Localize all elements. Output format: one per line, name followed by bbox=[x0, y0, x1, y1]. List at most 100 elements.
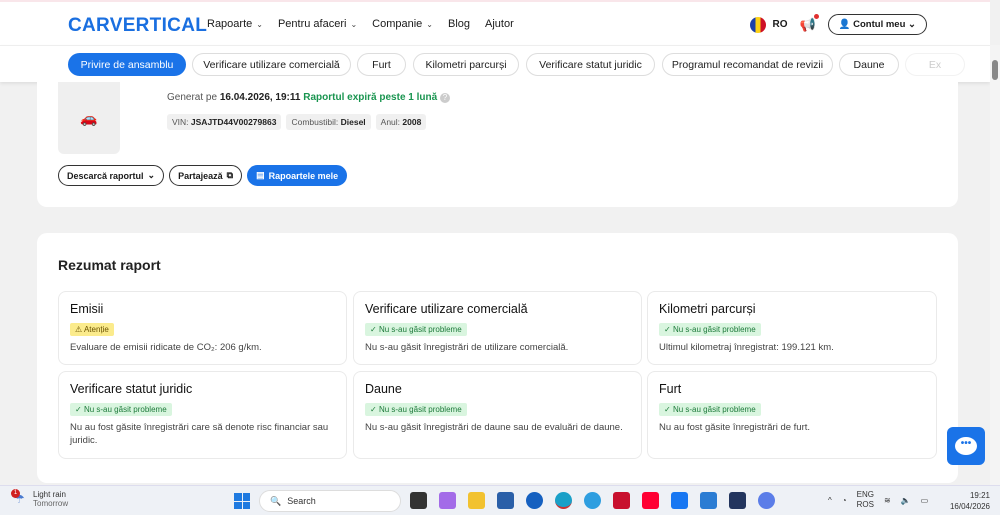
account-label: Contul meu bbox=[853, 19, 906, 30]
chevron-down-icon: ⌄ bbox=[908, 19, 916, 30]
summary-item-title: Kilometri parcurși bbox=[659, 302, 756, 316]
weather-widget[interactable]: ☂ 1 Light rain Tomorrow bbox=[11, 489, 68, 508]
summary-item[interactable]: Furt ✓ Nu s-au găsit probleme Nu au fost… bbox=[647, 371, 937, 459]
rain-icon: ☂ 1 bbox=[11, 489, 28, 506]
tab-mileage[interactable]: Kilometri parcurși bbox=[413, 53, 519, 76]
tab-service-schedule[interactable]: Programul recomandat de revizii bbox=[662, 53, 833, 76]
input-language[interactable]: ENG ROS bbox=[857, 490, 874, 510]
year-label: Anul: bbox=[380, 117, 401, 127]
chevron-down-icon: ⌄ bbox=[426, 20, 433, 29]
scrollbar-thumb[interactable] bbox=[992, 60, 998, 80]
volume-icon[interactable]: 🔈 bbox=[901, 496, 911, 505]
fuel-label: Combustibil: bbox=[291, 117, 339, 127]
summary-item-text: Nu au fost găsite înregistrări de furt. bbox=[659, 422, 811, 433]
summary-item-text: Nu au fost găsite înregistrări care să d… bbox=[70, 422, 329, 446]
generated-label: Generat pe bbox=[167, 92, 218, 103]
tab-commercial-use[interactable]: Verificare utilizare comercială bbox=[192, 53, 351, 76]
search-label: Search bbox=[287, 496, 316, 506]
document-icon: ▤ bbox=[256, 170, 265, 180]
chevron-up-icon[interactable]: ^ bbox=[828, 496, 832, 505]
my-reports-button[interactable]: ▤ Rapoartele mele bbox=[247, 165, 348, 186]
mcafee-icon[interactable] bbox=[613, 492, 630, 509]
youtube-icon[interactable] bbox=[642, 492, 659, 509]
summary-item-text: Nu s-au găsit înregistrări de utilizare … bbox=[365, 342, 569, 353]
summary-item[interactable]: Verificare statut juridic ✓ Nu s-au găsi… bbox=[58, 371, 347, 459]
check-circle-icon: ✓ bbox=[370, 405, 377, 414]
section-tabs: Privire de ansamblu Verificare utilizare… bbox=[0, 45, 990, 82]
task-view-icon[interactable] bbox=[410, 492, 427, 509]
hp-icon[interactable] bbox=[526, 492, 543, 509]
carvertical-logo[interactable]: CARVERTICAL bbox=[68, 15, 207, 37]
language-code: RO bbox=[772, 19, 788, 30]
app-icon[interactable] bbox=[758, 492, 775, 509]
game-icon[interactable] bbox=[729, 492, 746, 509]
generated-date: 16.04.2026, 19:11 bbox=[219, 92, 301, 103]
share-button[interactable]: Partajează ⧉ bbox=[169, 165, 243, 186]
year-chip: Anul: 2008 bbox=[375, 114, 427, 130]
report-header-card: 🚗 Generat pe 16.04.2026, 19:11 Raportul … bbox=[37, 82, 958, 207]
vin-label: VIN: bbox=[172, 117, 189, 127]
romania-flag-icon bbox=[750, 16, 767, 33]
notification-dot bbox=[813, 13, 819, 19]
summary-item[interactable]: Verificare utilizare comercială ✓ Nu s-a… bbox=[353, 291, 642, 365]
file-explorer-icon[interactable] bbox=[468, 492, 485, 509]
report-actions: Descarcă raportul ⌄ Partajează ⧉ ▤ Rapoarte… bbox=[58, 165, 348, 186]
fuel-chip: Combustibil: Diesel bbox=[286, 114, 371, 130]
report-summary-card: Rezumat raport Emisii ⚠ Atenție Evaluare… bbox=[37, 233, 958, 483]
weather-badge: 1 bbox=[11, 489, 20, 498]
tab-more[interactable]: Ex bbox=[905, 53, 965, 76]
windows-start-icon[interactable] bbox=[234, 493, 250, 509]
nav-label: Companie bbox=[372, 18, 423, 30]
help-app-icon[interactable] bbox=[584, 492, 601, 509]
summary-item[interactable]: Emisii ⚠ Atenție Evaluare de emisii ridi… bbox=[58, 291, 347, 365]
year-value: 2008 bbox=[402, 117, 422, 127]
battery-icon[interactable]: ▭ bbox=[921, 496, 929, 505]
account-button[interactable]: 👤 Contul meu ⌄ bbox=[827, 14, 927, 35]
megaphone-icon[interactable]: 📢 bbox=[799, 13, 819, 33]
sync-icon[interactable]: ◔ bbox=[842, 496, 847, 505]
badge-label: Nu s-au găsit probleme bbox=[83, 405, 167, 414]
summary-item-title: Verificare utilizare comercială bbox=[365, 302, 528, 316]
summary-item-text: Evaluare de emisii ridicate de CO₂: 206 … bbox=[70, 342, 262, 353]
nav-label: Rapoarte bbox=[207, 18, 253, 30]
nav-pentru-afaceri[interactable]: Pentru afaceri ⌄ bbox=[278, 18, 357, 30]
download-report-button[interactable]: Descarcă raportul ⌄ bbox=[58, 165, 165, 186]
chevron-down-icon: ⌄ bbox=[350, 20, 358, 29]
language-selector[interactable]: RO bbox=[750, 16, 788, 33]
tab-damage[interactable]: Daune bbox=[839, 53, 899, 76]
status-badge: ⚠ Atenție bbox=[70, 323, 114, 336]
chevron-down-icon: ⌄ bbox=[256, 20, 263, 29]
nav-companie[interactable]: Companie ⌄ bbox=[372, 18, 433, 30]
outlook-icon[interactable] bbox=[700, 492, 717, 509]
wifi-icon[interactable]: ≋ bbox=[884, 496, 891, 505]
site-header: CARVERTICAL Rapoarte ⌄ Pentru afaceri ⌄ Co… bbox=[0, 0, 990, 45]
chat-button[interactable]: ••• bbox=[947, 427, 985, 465]
tab-overview[interactable]: Privire de ansamblu bbox=[68, 53, 186, 76]
summary-item[interactable]: Daune ✓ Nu s-au găsit probleme Nu s-au g… bbox=[353, 371, 642, 459]
nav-rapoarte[interactable]: Rapoarte ⌄ bbox=[207, 18, 263, 30]
user-icon: 👤 bbox=[838, 19, 851, 30]
summary-item-title: Furt bbox=[659, 382, 682, 396]
status-badge: ✓ Nu s-au găsit probleme bbox=[365, 403, 467, 416]
help-icon[interactable]: ? bbox=[439, 93, 450, 103]
external-link-icon: ⧉ bbox=[226, 170, 234, 180]
badge-label: Nu s-au găsit probleme bbox=[672, 325, 756, 334]
taskbar-search[interactable]: 🔍 Search bbox=[259, 490, 401, 512]
check-circle-icon: ✓ bbox=[370, 325, 377, 334]
nav-ajutor[interactable]: Ajutor bbox=[485, 18, 514, 30]
facebook-icon[interactable] bbox=[671, 492, 688, 509]
summary-item[interactable]: Kilometri parcurși ✓ Nu s-au găsit probl… bbox=[647, 291, 937, 365]
tab-theft[interactable]: Furt bbox=[357, 53, 406, 76]
badge-label: Nu s-au găsit probleme bbox=[672, 405, 756, 414]
store-icon[interactable] bbox=[497, 492, 514, 509]
scrollbar[interactable] bbox=[990, 45, 1000, 485]
badge-label: Atenție bbox=[83, 325, 109, 334]
expiry-text: Raportul expiră peste 1 lună bbox=[303, 92, 438, 103]
edge-icon[interactable] bbox=[555, 492, 572, 509]
vin-value: JSAJTD44V00279863 bbox=[190, 117, 277, 127]
lang-primary: ENG bbox=[856, 490, 874, 499]
tab-legal-status[interactable]: Verificare statut juridic bbox=[526, 53, 655, 76]
clock[interactable]: 19:21 16/04/2026 bbox=[950, 490, 990, 512]
copilot-icon[interactable] bbox=[439, 492, 456, 509]
nav-blog[interactable]: Blog bbox=[448, 18, 470, 30]
